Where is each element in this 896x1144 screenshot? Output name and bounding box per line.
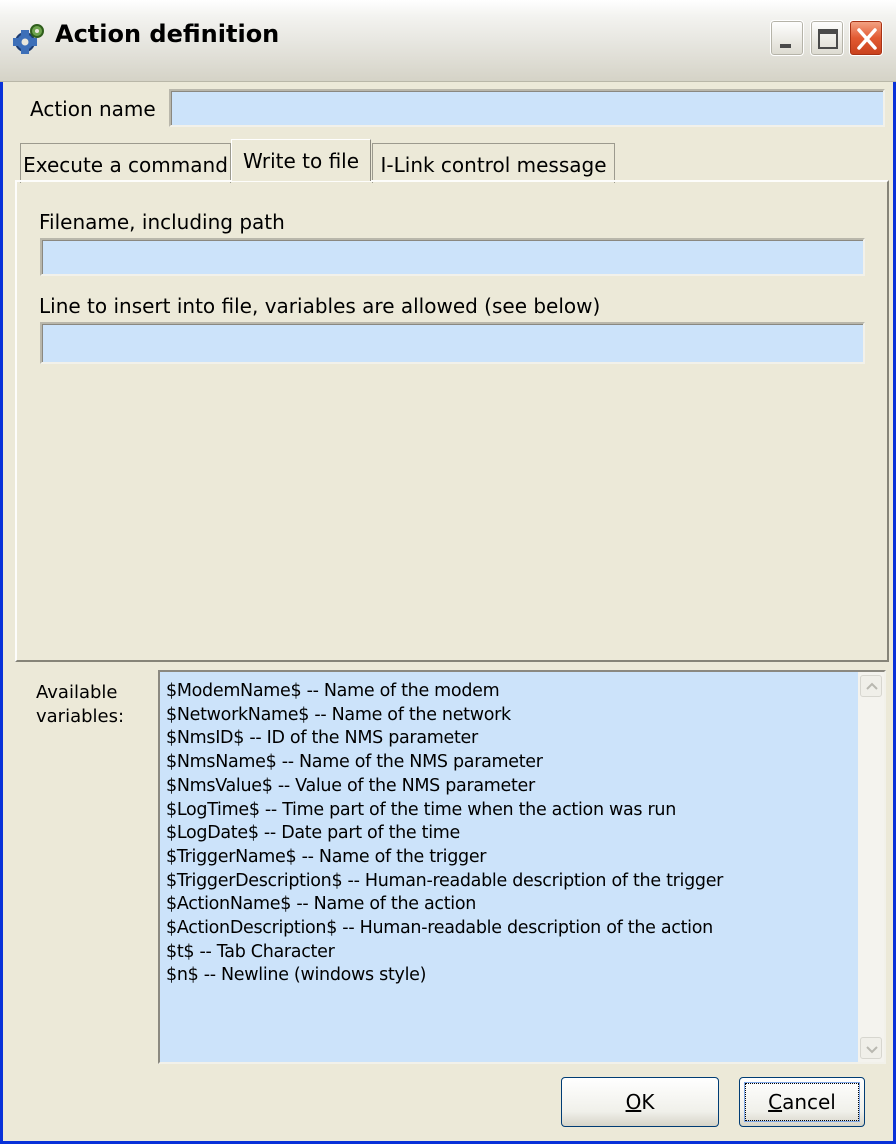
- list-item: $ActionName$ -- Name of the action: [166, 894, 477, 915]
- filename-label: Filename, including path: [39, 210, 285, 234]
- tab-label: I-Link control message: [380, 153, 607, 177]
- list-item: $t$ -- Tab Character: [166, 941, 335, 962]
- scroll-down-button[interactable]: [860, 1037, 882, 1059]
- tab-label: Execute a command: [23, 153, 228, 177]
- list-item: $TriggerDescription$ -- Human-readable d…: [166, 870, 724, 891]
- list-item: $TriggerName$ -- Name of the trigger: [166, 846, 487, 867]
- gear-app-icon[interactable]: [12, 22, 46, 56]
- list-item: $n$ -- Newline (windows style): [166, 965, 427, 986]
- title-bar[interactable]: Action definition: [0, 0, 896, 82]
- close-icon: [857, 28, 877, 50]
- action-definition-window: Action definition Action name Execute a …: [0, 0, 896, 1144]
- chevron-up-icon: [866, 682, 878, 690]
- vertical-scrollbar[interactable]: [858, 672, 884, 1062]
- cancel-button[interactable]: Cancel: [739, 1077, 865, 1127]
- variables-list-box[interactable]: $ModemName$ -- Name of the modem $Network…: [158, 670, 886, 1064]
- list-item: $NetworkName$ -- Name of the network: [166, 704, 511, 725]
- list-item: $NmsID$ -- ID of the NMS parameter: [166, 728, 478, 749]
- list-item: $NmsName$ -- Name of the NMS parameter: [166, 752, 543, 773]
- action-name-label: Action name: [30, 97, 156, 121]
- list-item: $LogDate$ -- Date part of the time: [166, 823, 460, 844]
- variables-list: $ModemName$ -- Name of the modem $Network…: [166, 680, 723, 988]
- list-item: $NmsValue$ -- Value of the NMS parameter: [166, 775, 535, 796]
- tab-i-link-control-message[interactable]: I-Link control message: [372, 143, 615, 183]
- scroll-up-button[interactable]: [860, 675, 882, 697]
- tab-label: Write to file: [242, 149, 360, 173]
- list-item: $LogTime$ -- Time part of the time when …: [166, 799, 676, 820]
- tab-execute-command[interactable]: Execute a command: [20, 143, 231, 183]
- maximize-icon: [818, 29, 838, 49]
- line-to-insert-input[interactable]: [40, 322, 865, 364]
- maximize-button[interactable]: [810, 20, 844, 56]
- window-title: Action definition: [55, 20, 280, 48]
- ok-button[interactable]: OK: [561, 1077, 719, 1127]
- list-item: $ModemName$ -- Name of the modem: [166, 681, 500, 701]
- filename-input[interactable]: [40, 238, 865, 276]
- chevron-down-icon: [866, 1046, 878, 1054]
- tab-write-to-file[interactable]: Write to file: [231, 139, 371, 181]
- close-button[interactable]: [849, 20, 883, 56]
- line-to-insert-label: Line to insert into file, variables are …: [39, 294, 601, 318]
- available-variables-label: Available variables:: [36, 682, 125, 727]
- list-item: $ActionDescription$ -- Human-readable de…: [166, 918, 713, 939]
- minimize-icon: [780, 44, 791, 48]
- action-name-input[interactable]: [169, 89, 885, 127]
- minimize-button[interactable]: [770, 20, 804, 56]
